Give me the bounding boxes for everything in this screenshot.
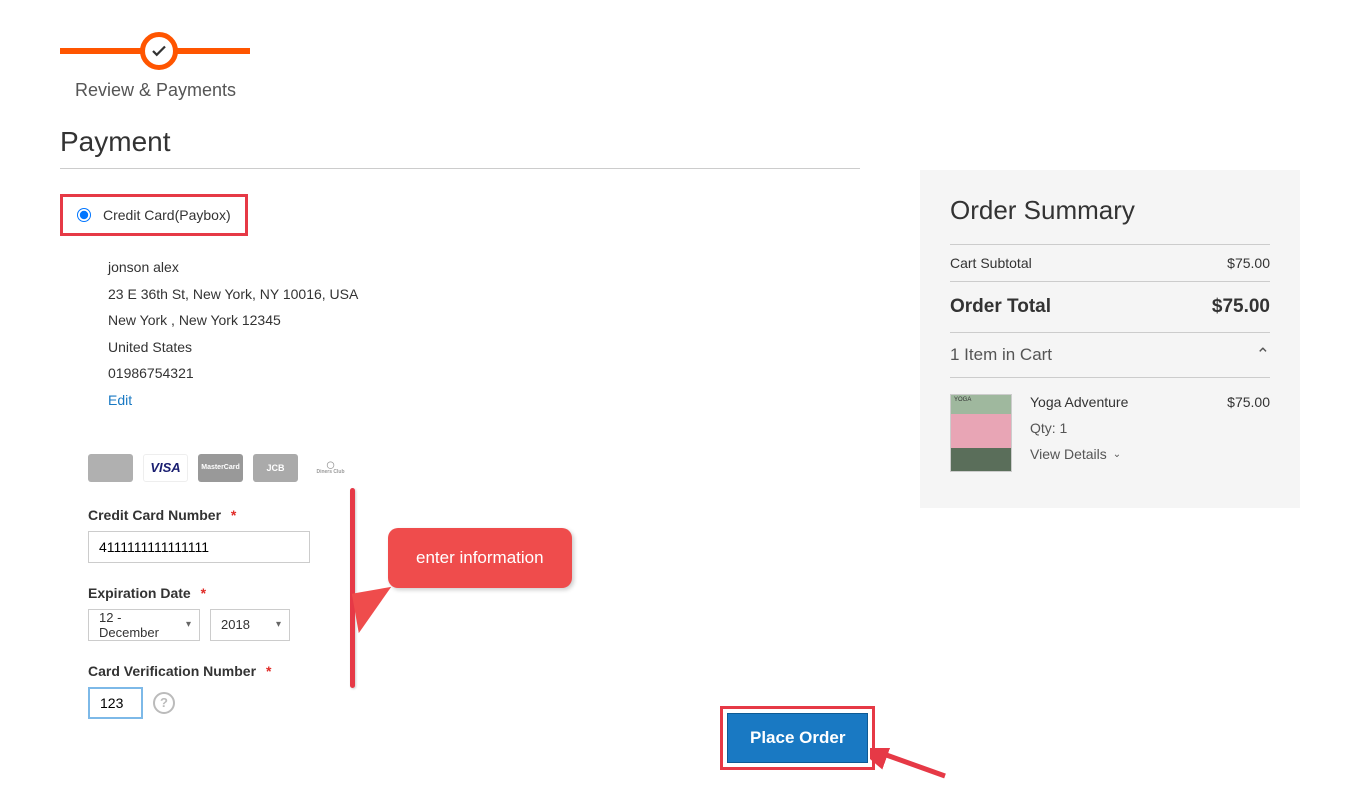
required-star: * (231, 507, 236, 523)
visa-icon: VISA (143, 454, 188, 482)
cart-item: Yoga Adventure $75.00 Qty: 1 View Detail… (950, 378, 1270, 478)
billing-name: jonson alex (108, 254, 860, 281)
order-total-label: Order Total (950, 296, 1051, 318)
progress-step-marker (140, 32, 178, 70)
payment-method-label: Credit Card(Paybox) (103, 207, 231, 223)
amex-icon (88, 454, 133, 482)
billing-street: 23 E 36th St, New York, NY 10016, USA (108, 281, 860, 308)
cart-items-toggle[interactable]: 1 Item in Cart ⌃ (950, 332, 1270, 378)
chevron-down-icon: ▾ (186, 619, 191, 630)
exp-label: Expiration Date (88, 585, 191, 601)
payment-method-radio[interactable] (77, 208, 91, 222)
view-details-label: View Details (1030, 446, 1107, 462)
billing-city: New York , New York 12345 (108, 307, 860, 334)
exp-date-field: Expiration Date * 12 - December ▾ 2018 ▾ (88, 585, 860, 641)
chevron-down-icon: ▾ (276, 619, 281, 630)
billing-country: United States (108, 334, 860, 361)
place-order-highlight: Place Order (720, 706, 875, 770)
annotation-arrow (870, 748, 950, 788)
annotation-callout-tail (352, 587, 398, 633)
order-summary-panel: Order Summary Cart Subtotal $75.00 Order… (920, 170, 1300, 508)
progress-bar (60, 30, 860, 70)
step-label: Review & Payments (75, 80, 860, 101)
item-name: Yoga Adventure (1030, 394, 1128, 410)
payment-section-title: Payment (60, 126, 860, 169)
accepted-cards: VISA MasterCard JCB ◯Diners Club (88, 454, 860, 482)
place-order-button[interactable]: Place Order (727, 713, 868, 763)
order-total-value: $75.00 (1212, 296, 1270, 318)
subtotal-value: $75.00 (1227, 255, 1270, 271)
cart-header-label: 1 Item in Cart (950, 345, 1052, 365)
annotation-bracket (350, 488, 355, 688)
cc-number-label: Credit Card Number (88, 507, 221, 523)
exp-year-value: 2018 (221, 617, 250, 632)
exp-month-select[interactable]: 12 - December ▾ (88, 609, 200, 641)
item-price: $75.00 (1227, 394, 1270, 410)
mastercard-icon: MasterCard (198, 454, 243, 482)
annotation-callout: enter information (388, 528, 572, 588)
chevron-down-icon: ⌄ (1113, 449, 1121, 460)
cvv-input[interactable] (88, 687, 143, 719)
exp-year-select[interactable]: 2018 ▾ (210, 609, 290, 641)
item-qty: Qty: 1 (1030, 420, 1270, 436)
diners-icon: ◯Diners Club (308, 454, 353, 482)
view-details-toggle[interactable]: View Details ⌄ (1030, 446, 1270, 462)
order-summary-title: Order Summary (950, 195, 1270, 226)
help-icon[interactable]: ? (153, 692, 175, 714)
edit-billing-link[interactable]: Edit (108, 387, 860, 414)
item-thumbnail (950, 394, 1012, 472)
subtotal-label: Cart Subtotal (950, 255, 1032, 271)
payment-method-option[interactable]: Credit Card(Paybox) (60, 194, 248, 236)
billing-phone: 01986754321 (108, 360, 860, 387)
cvv-label: Card Verification Number (88, 663, 256, 679)
jcb-icon: JCB (253, 454, 298, 482)
billing-address-block: jonson alex 23 E 36th St, New York, NY 1… (108, 254, 860, 414)
cc-number-input[interactable] (88, 531, 310, 563)
required-star: * (266, 663, 271, 679)
chevron-up-icon: ⌃ (1256, 345, 1270, 365)
required-star: * (201, 585, 206, 601)
check-icon (150, 42, 168, 60)
exp-month-value: 12 - December (99, 610, 174, 640)
